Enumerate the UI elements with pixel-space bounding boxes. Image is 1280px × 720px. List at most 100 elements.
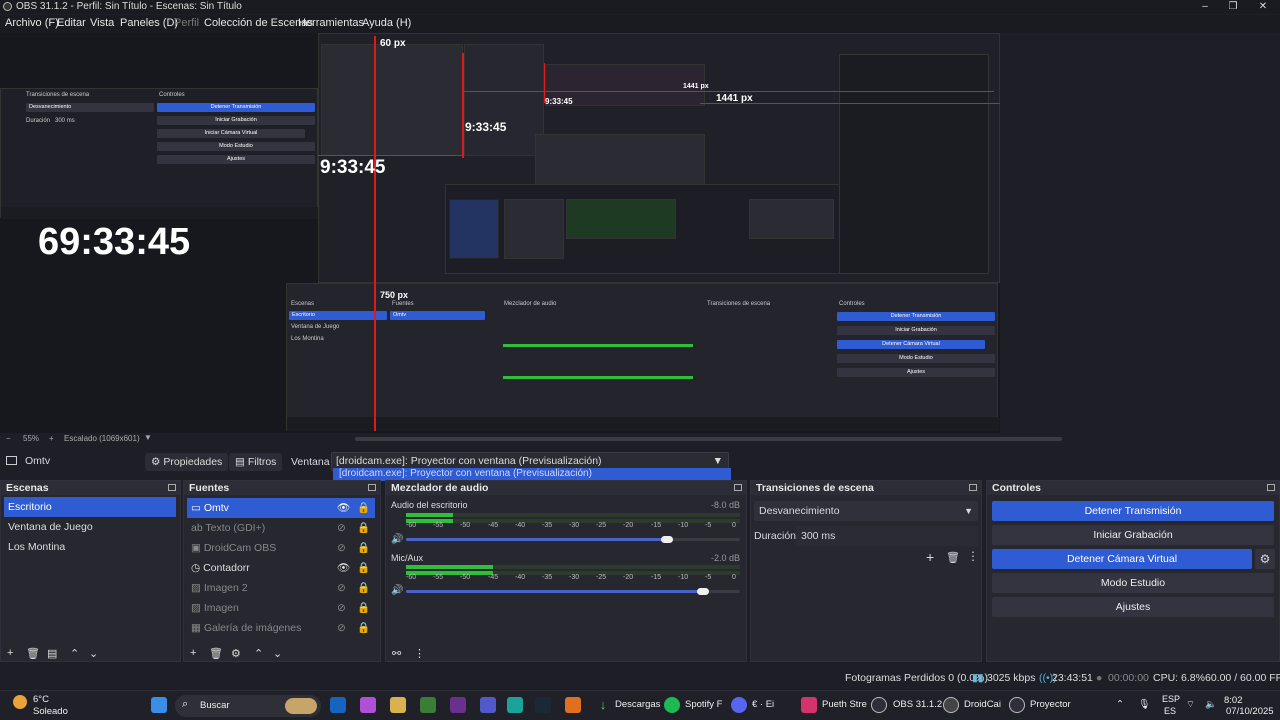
stop-streaming-button[interactable]: Detener Transmisión: [992, 501, 1274, 521]
move-down-icon[interactable]: ⌄: [273, 647, 282, 660]
clock-time[interactable]: 8:02: [1224, 695, 1243, 706]
scaling-dropdown-icon[interactable]: ▼: [144, 433, 152, 442]
source-item[interactable]: ▨ Imagen 2 ⊘ 🔒: [187, 578, 375, 598]
projector-icon[interactable]: [1009, 697, 1025, 713]
eye-hidden-icon[interactable]: ⊘: [337, 578, 346, 598]
taskbar-app-label[interactable]: Proyector: [1030, 699, 1071, 710]
scene-item[interactable]: Los Montina: [4, 537, 176, 557]
source-item[interactable]: ▨ Imagen ⊘ 🔒: [187, 598, 375, 618]
microphone-icon[interactable]: 🎙: [1138, 699, 1150, 710]
undock-icon[interactable]: [969, 484, 977, 491]
taskbar-app-label[interactable]: Descargas: [615, 699, 660, 710]
clock-date[interactable]: 07/10/2025: [1226, 706, 1274, 717]
taskbar-app-label[interactable]: Spotify F: [685, 699, 723, 710]
minimize-button[interactable]: –: [1190, 0, 1220, 14]
scene-item[interactable]: Ventana de Juego: [4, 517, 176, 537]
editor-icon[interactable]: [450, 697, 466, 713]
teams-icon[interactable]: [480, 697, 496, 713]
spotify-icon[interactable]: [664, 697, 680, 713]
menu-ayuda[interactable]: Ayuda (H): [362, 17, 411, 29]
windows-start-icon[interactable]: [151, 697, 167, 713]
discord-icon[interactable]: [731, 697, 747, 713]
lock-icon[interactable]: 🔒: [357, 618, 370, 638]
streamer-icon[interactable]: [801, 697, 817, 713]
maximize-button[interactable]: ❐: [1218, 0, 1248, 14]
move-up-icon[interactable]: ⌃: [254, 647, 263, 660]
volume-slider-knob[interactable]: [697, 588, 709, 595]
link-icon[interactable]: ⚯: [392, 647, 401, 660]
eye-hidden-icon[interactable]: ⊘: [337, 518, 346, 538]
source-item[interactable]: ab Texto (GDI+) ⊘ 🔒: [187, 518, 375, 538]
menu-vista[interactable]: Vista: [90, 17, 114, 29]
outlook-icon[interactable]: [330, 697, 346, 713]
file-explorer-icon[interactable]: [390, 697, 406, 713]
droidcam-icon[interactable]: [943, 697, 959, 713]
menu-herramientas[interactable]: Herramientas: [298, 17, 364, 29]
duration-input[interactable]: 300 ms: [796, 526, 978, 546]
taskbar-app-label[interactable]: OBS 31.1.2: [893, 699, 942, 710]
more-icon[interactable]: ⋮: [414, 647, 425, 660]
wifi-icon[interactable]: ⌔: [1186, 699, 1195, 710]
speaker-icon[interactable]: 🔊: [391, 534, 403, 545]
volume-slider-knob[interactable]: [661, 536, 673, 543]
add-icon[interactable]: +: [190, 647, 196, 659]
add-icon[interactable]: +: [926, 549, 934, 565]
source-item[interactable]: ◷ Contadorr 👁 🔒: [187, 558, 375, 578]
trash-icon[interactable]: 🗑: [209, 647, 223, 660]
scene-item[interactable]: Escritorio: [4, 497, 176, 517]
source-item[interactable]: ▦ Galería de imágenes ⊘ 🔒: [187, 618, 375, 638]
weather-temp[interactable]: 6°C: [33, 694, 49, 705]
properties-button[interactable]: ⚙ Propiedades: [145, 453, 229, 471]
filters-button[interactable]: ▤ Filtros: [229, 453, 283, 471]
trash-icon[interactable]: 🗑: [26, 647, 40, 660]
menu-perfil[interactable]: Perfil: [174, 17, 199, 29]
copilot-icon[interactable]: [360, 697, 376, 713]
lock-icon[interactable]: 🔒: [357, 538, 370, 558]
transition-select[interactable]: Desvanecimiento ▼: [754, 501, 978, 521]
filters-icon[interactable]: ▤: [47, 647, 57, 660]
gear-icon[interactable]: ⚙: [231, 647, 241, 660]
edge-icon[interactable]: [507, 697, 523, 713]
eye-hidden-icon[interactable]: ⊘: [337, 538, 346, 558]
weather-desc[interactable]: Soleado: [33, 706, 68, 717]
virtual-camera-gear-icon[interactable]: ⚙: [1255, 549, 1275, 569]
taskbar-search[interactable]: ⌕ Buscar: [175, 695, 321, 717]
trash-icon[interactable]: 🗑: [946, 551, 960, 564]
app-icon[interactable]: [565, 697, 581, 713]
menu-editar[interactable]: Editar: [57, 17, 86, 29]
menu-paneles[interactable]: Paneles (D): [120, 17, 178, 29]
language-top[interactable]: ESP: [1162, 694, 1180, 704]
add-icon[interactable]: +: [7, 647, 13, 659]
eye-icon[interactable]: 👁: [337, 558, 350, 578]
eye-icon[interactable]: 👁: [337, 498, 350, 518]
menu-archivo[interactable]: Archivo (F): [5, 17, 59, 29]
studio-mode-button[interactable]: Modo Estudio: [992, 573, 1274, 593]
lock-icon[interactable]: 🔒: [357, 518, 370, 538]
obs-icon[interactable]: [871, 697, 887, 713]
taskbar-app-label[interactable]: Pueth Stre: [822, 699, 867, 710]
taskbar-app-label[interactable]: € · Ei: [752, 699, 774, 710]
menu-coleccion-escenas[interactable]: Colección de Escenas: [204, 17, 313, 29]
eye-hidden-icon[interactable]: ⊘: [337, 598, 346, 618]
eye-hidden-icon[interactable]: ⊘: [337, 618, 346, 638]
zoom-out-button[interactable]: −: [6, 434, 11, 443]
more-icon[interactable]: ⋮: [967, 549, 979, 563]
preview-scrollbar[interactable]: [355, 437, 1062, 441]
settings-button[interactable]: Ajustes: [992, 597, 1274, 617]
lock-icon[interactable]: 🔒: [357, 498, 370, 518]
steam-icon[interactable]: [535, 697, 551, 713]
start-recording-button[interactable]: Iniciar Grabación: [992, 525, 1274, 545]
undock-icon[interactable]: [168, 484, 176, 491]
stop-virtual-camera-button[interactable]: Detener Cámara Virtual: [992, 549, 1252, 569]
nvidia-icon[interactable]: [420, 697, 436, 713]
chevron-up-icon[interactable]: ⌃: [1116, 699, 1124, 710]
move-up-icon[interactable]: ⌃: [70, 647, 79, 660]
language-bottom[interactable]: ES: [1164, 706, 1176, 716]
speaker-icon[interactable]: 🔊: [391, 585, 403, 596]
undock-icon[interactable]: [368, 484, 376, 491]
lock-icon[interactable]: 🔒: [357, 598, 370, 618]
preview-canvas[interactable]: Transiciones de escena Controles Desvane…: [0, 33, 1000, 433]
undock-icon[interactable]: [734, 484, 742, 491]
close-button[interactable]: ✕: [1248, 0, 1278, 14]
source-item[interactable]: ▣ DroidCam OBS ⊘ 🔒: [187, 538, 375, 558]
